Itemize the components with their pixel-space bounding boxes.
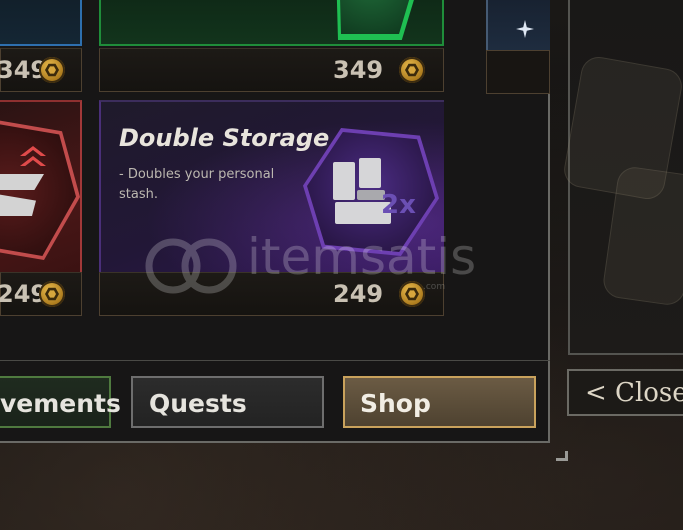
tabs-divider	[0, 360, 550, 361]
tab-achievements[interactable]: vements	[0, 376, 121, 428]
price-top-middle: 349	[333, 56, 384, 84]
storage-crate-icon	[333, 162, 355, 200]
sparkle-icon	[516, 20, 534, 38]
item-card-left[interactable]	[0, 100, 82, 272]
shop-panel: 349 349 249 Double Storage - Doubles you…	[0, 0, 550, 443]
coin-icon	[39, 281, 65, 307]
price-bar-double-storage: 249	[99, 272, 444, 316]
item-card-top-left[interactable]	[0, 0, 82, 46]
price-bar-top-left: 349	[0, 48, 82, 92]
coin-icon	[399, 57, 425, 83]
coin-icon	[39, 57, 65, 83]
item-description: - Doubles your personal stash.	[119, 167, 275, 202]
storage-crate-part	[359, 158, 381, 188]
close-button[interactable]: < Close	[567, 369, 683, 416]
price-double-storage: 249	[333, 280, 384, 308]
coin-icon	[399, 281, 425, 307]
multiplier-label: 2x	[381, 190, 416, 220]
side-panel	[561, 0, 683, 355]
item-title: Double Storage	[119, 124, 330, 152]
price-bar-left: 249	[0, 272, 82, 316]
tab-quests[interactable]: Quests	[131, 376, 324, 428]
tab-shop[interactable]: Shop	[343, 376, 536, 428]
item-card-top-middle[interactable]	[99, 0, 444, 46]
item-card-double-storage[interactable]: Double Storage - Doubles your personal s…	[99, 100, 444, 272]
price-bar-top-right	[486, 50, 550, 94]
item-card-top-right[interactable]	[486, 0, 550, 50]
item-grid: 349 349 249 Double Storage - Doubles you…	[0, 0, 550, 360]
resize-corner-icon[interactable]	[556, 451, 568, 461]
price-bar-top-middle: 349	[99, 48, 444, 92]
